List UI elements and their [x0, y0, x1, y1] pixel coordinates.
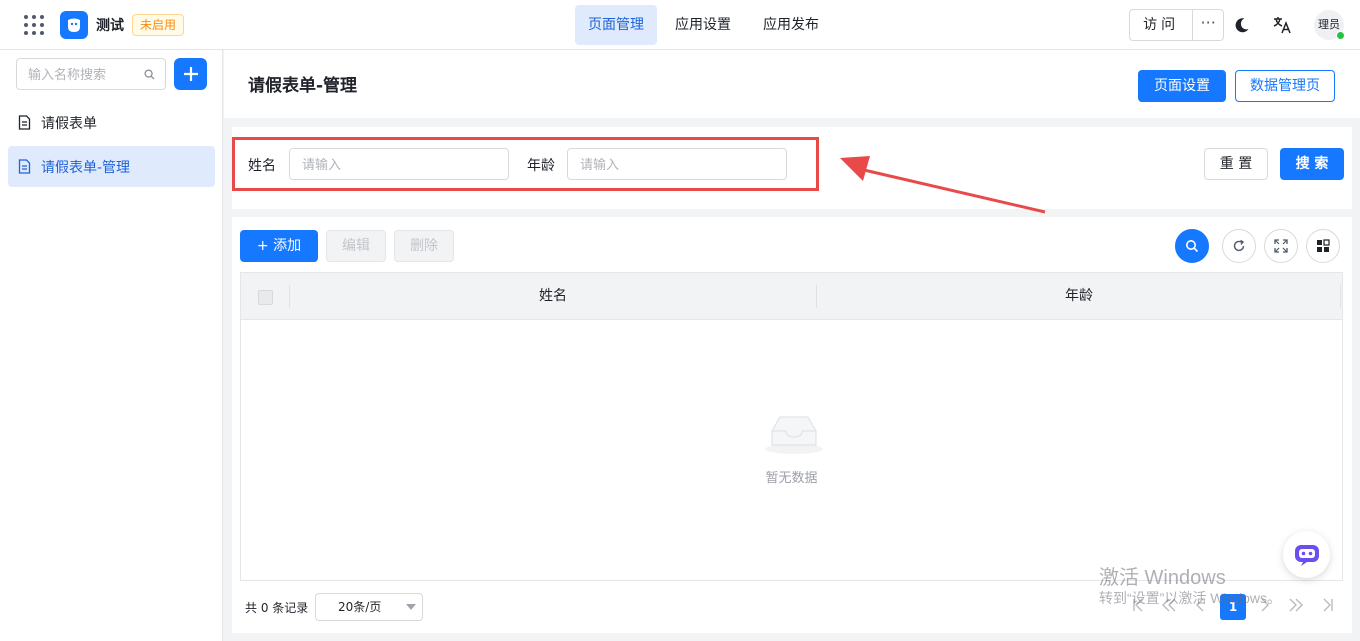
app-name: 测试	[96, 18, 124, 34]
search-toggle-button[interactable]	[1175, 229, 1209, 263]
sidebar-item-leave-form-manage[interactable]: 请假表单-管理	[8, 146, 215, 187]
reset-button[interactable]: 重 置	[1204, 148, 1268, 180]
data-management-button[interactable]: 数据管理页	[1235, 70, 1335, 102]
avatar-text: 理员	[1318, 18, 1340, 31]
tab-app-publish[interactable]: 应用发布	[750, 5, 832, 45]
delete-button[interactable]: 删除	[394, 230, 454, 262]
empty-state-text: 暂无数据	[765, 471, 818, 486]
app-grid-icon[interactable]	[24, 15, 44, 35]
column-divider	[1340, 285, 1341, 308]
sidebar-item-label: 请假表单-管理	[41, 159, 131, 176]
app-status-badge: 未启用	[132, 14, 185, 36]
sidebar-item-leave-form[interactable]: 请假表单	[8, 102, 215, 143]
activation-watermark-subtitle: 转到“设置”以激活 Windows。	[1099, 590, 1282, 606]
page-size-value: 20条/页	[338, 600, 382, 614]
page-title: 请假表单-管理	[248, 76, 358, 96]
search-icon	[1186, 240, 1199, 253]
table-header: 姓名 年龄	[241, 273, 1342, 320]
refresh-icon	[1233, 239, 1245, 252]
top-bar: 测试 未启用 页面管理 应用设置 应用发布 访问 ··· 理员	[0, 0, 1360, 50]
next-five-pages-icon[interactable]	[1288, 596, 1304, 614]
user-avatar[interactable]: 理员	[1314, 10, 1345, 40]
visit-button-group: 访问 ···	[1129, 9, 1224, 41]
fullscreen-icon	[1274, 239, 1288, 253]
add-button[interactable]: + 添加	[240, 230, 318, 262]
select-all-checkbox[interactable]	[258, 290, 273, 305]
fullscreen-button[interactable]	[1264, 229, 1298, 263]
empty-inbox-icon	[765, 416, 823, 454]
highlight-annotation-box	[232, 137, 819, 191]
column-settings-button[interactable]	[1306, 229, 1340, 263]
app-logo	[60, 11, 88, 39]
dark-mode-moon-icon[interactable]	[1232, 15, 1252, 35]
tab-page-management[interactable]: 页面管理	[575, 5, 657, 45]
tab-app-settings[interactable]: 应用设置	[662, 5, 744, 45]
search-icon	[144, 69, 155, 80]
grid-layout-icon	[1317, 239, 1330, 252]
activation-watermark-title: 激活 Windows	[1099, 567, 1226, 589]
total-records-text: 共 0 条记录	[245, 601, 309, 615]
column-header-age[interactable]: 年龄	[817, 273, 1341, 320]
page-settings-button[interactable]: 页面设置	[1138, 70, 1226, 102]
data-table: 姓名 年龄 暂无数据	[240, 272, 1343, 581]
sidebar-item-label: 请假表单	[41, 115, 97, 132]
last-page-icon[interactable]	[1321, 596, 1335, 614]
edit-button[interactable]: 编辑	[326, 230, 386, 262]
sidebar: 请假表单 请假表单-管理	[0, 50, 223, 641]
plus-icon	[183, 67, 198, 81]
robot-chat-icon	[1294, 544, 1319, 566]
page-size-select[interactable]: 20条/页	[315, 593, 423, 621]
annotation-arrow-icon	[840, 156, 1046, 214]
app-logo-icon	[68, 18, 80, 32]
document-icon	[18, 159, 31, 174]
column-header-name[interactable]: 姓名	[290, 273, 816, 320]
search-button[interactable]: 搜 索	[1280, 148, 1344, 180]
online-status-dot	[1336, 31, 1345, 40]
ai-assistant-button[interactable]	[1283, 531, 1330, 578]
language-translate-icon[interactable]	[1272, 15, 1292, 35]
document-icon	[18, 115, 31, 130]
add-page-button[interactable]	[174, 58, 207, 90]
visit-button[interactable]: 访问	[1130, 10, 1194, 40]
more-button[interactable]: ···	[1193, 10, 1223, 40]
sidebar-search	[16, 58, 166, 90]
chevron-down-icon	[406, 604, 416, 610]
refresh-button[interactable]	[1222, 229, 1256, 263]
sidebar-search-input[interactable]	[17, 59, 135, 89]
